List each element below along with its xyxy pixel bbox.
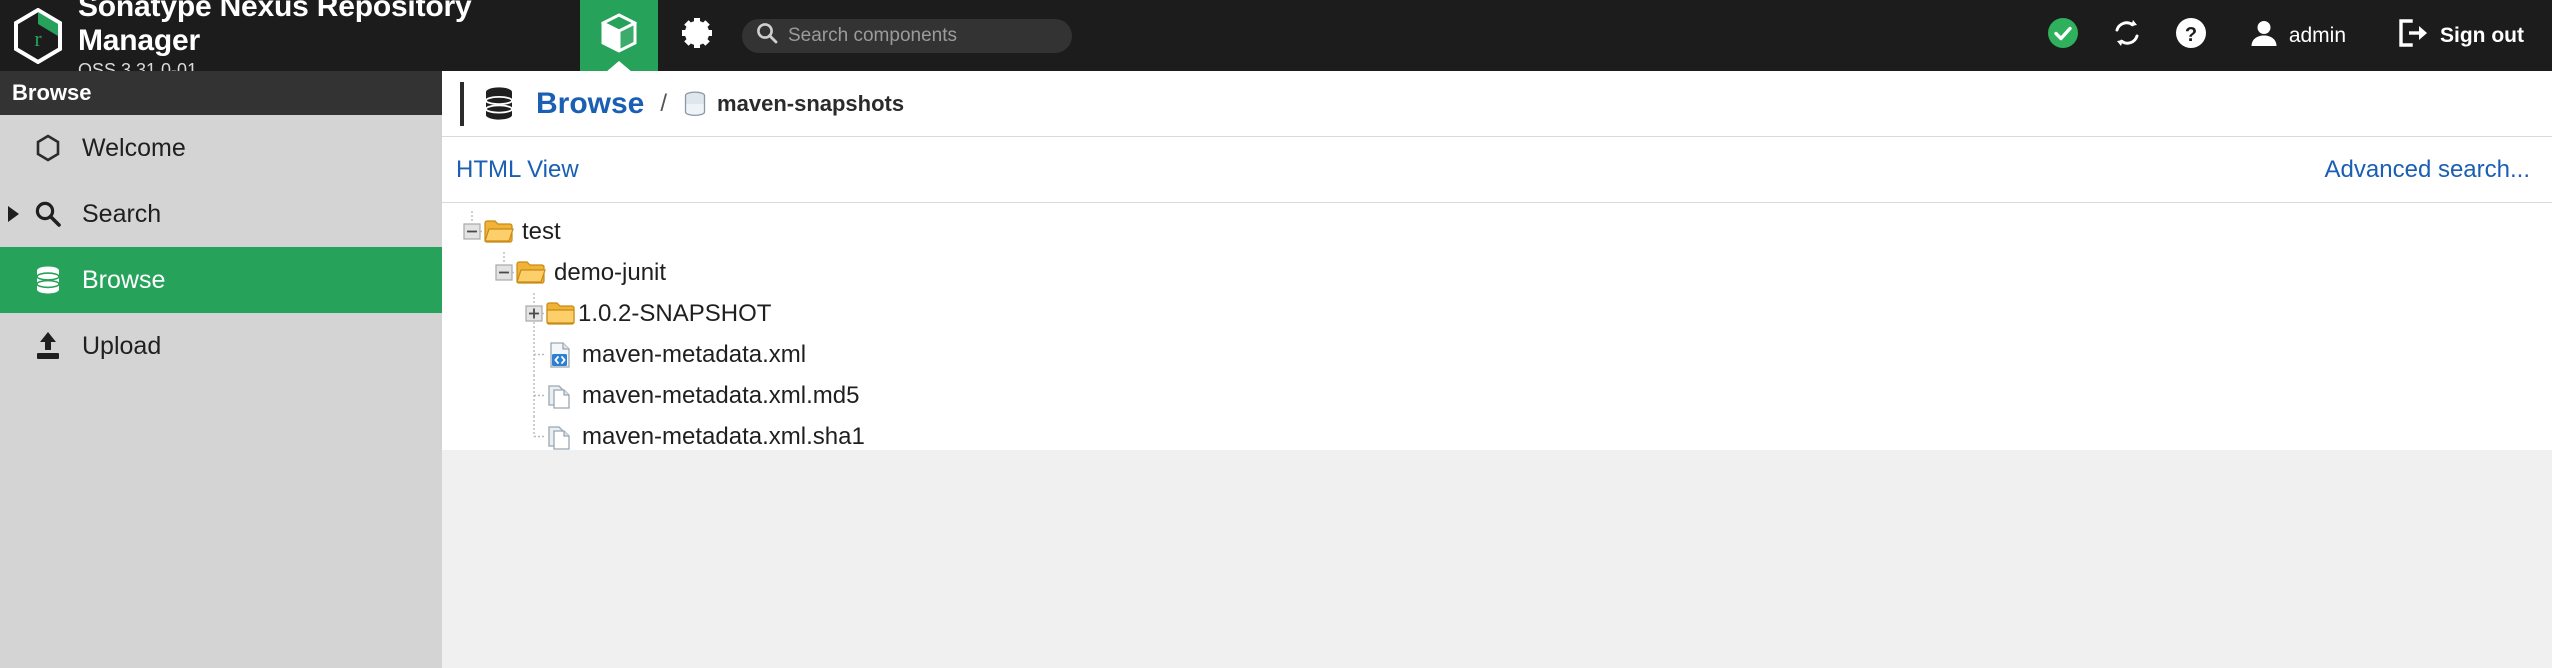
user-icon [2249, 18, 2279, 54]
header-actions: ? admin Sign out [2031, 0, 2552, 71]
svg-text:r: r [34, 26, 42, 51]
sidebar-title: Browse [0, 71, 442, 115]
tree-node[interactable]: maven-metadata.xml.sha1 [442, 416, 2552, 457]
refresh-button[interactable] [2095, 0, 2159, 71]
help-button[interactable]: ? [2159, 0, 2223, 71]
svg-text:?: ? [2185, 24, 2197, 46]
breadcrumb-repo-label: maven-snapshots [717, 90, 905, 116]
database-icon [28, 265, 68, 295]
gear-icon [679, 15, 715, 56]
sidebar-item-label: Upload [82, 331, 162, 360]
tree-node-label: maven-metadata.xml.sha1 [582, 422, 865, 450]
tree-connector-last-icon [522, 416, 546, 457]
sign-out-label: Sign out [2440, 23, 2524, 47]
search-box[interactable] [742, 18, 1072, 53]
cube-icon [599, 12, 639, 59]
tree-node[interactable]: test [442, 211, 2552, 252]
copy-file-icon [546, 382, 574, 410]
tree-connector-icon [522, 375, 546, 416]
sidebar-item-label: Welcome [82, 133, 186, 162]
tree-node-label: 1.0.2-SNAPSHOT [578, 299, 772, 327]
html-view-link[interactable]: HTML View [456, 156, 579, 184]
folder-closed-icon [546, 301, 576, 327]
sidebar-item-label: Search [82, 199, 162, 228]
tree-node-label: maven-metadata.xml [582, 340, 807, 368]
tab-browse[interactable] [580, 0, 658, 72]
sign-out-icon [2398, 18, 2428, 53]
tree-node[interactable]: maven-metadata.xml.md5 [442, 375, 2552, 416]
sidebar-item-browse[interactable]: Browse [0, 247, 442, 313]
main-content: Browse / maven-snapshots HTML View Advan… [442, 71, 2552, 668]
copy-file-icon [546, 423, 574, 451]
sign-out-button[interactable]: Sign out [2358, 0, 2528, 71]
plus-toggle-icon[interactable] [522, 293, 546, 334]
tree-node-label: maven-metadata.xml.md5 [582, 381, 860, 409]
breadcrumb: Browse / maven-snapshots [442, 71, 2552, 137]
user-label: admin [2288, 23, 2347, 47]
breadcrumb-rule [460, 81, 464, 126]
sidebar-item-label: Browse [82, 265, 166, 294]
minus-toggle-icon[interactable] [460, 211, 484, 252]
tree-node[interactable]: 1.0.2-SNAPSHOT [442, 293, 2552, 334]
folder-open-icon [484, 219, 514, 245]
component-tree: test demo-junit 1.0.2-SNAPSHOT maven-met… [442, 203, 2552, 457]
xml-file-icon [546, 341, 574, 369]
database-icon [482, 86, 516, 122]
sidebar-item-search[interactable]: Search [0, 181, 442, 247]
chevron-right-icon[interactable] [8, 206, 19, 222]
sidebar-item-upload[interactable]: Upload [0, 313, 442, 379]
search-icon [756, 22, 788, 49]
question-circle-icon: ? [2175, 17, 2207, 54]
check-circle-icon [2047, 17, 2079, 54]
tree-node-label: test [522, 217, 561, 245]
brand: r Sonatype Nexus Repository Manager OSS … [0, 0, 580, 80]
sidebar: Browse Welcome Search Browse Upload [0, 71, 442, 668]
sidebar-item-welcome[interactable]: Welcome [0, 115, 442, 181]
user-menu[interactable]: admin [2223, 0, 2358, 71]
repository-icon [683, 90, 707, 117]
panel-links: HTML View Advanced search... [442, 137, 2552, 203]
refresh-icon [2112, 18, 2142, 53]
tree-node-label: demo-junit [554, 258, 667, 286]
upload-icon [28, 331, 68, 361]
breadcrumb-separator: / [660, 89, 668, 117]
tree-connector-icon [522, 334, 546, 375]
status-indicator[interactable] [2031, 0, 2095, 71]
app-title: Sonatype Nexus Repository Manager [78, 0, 472, 57]
tree-node[interactable]: maven-metadata.xml [442, 334, 2552, 375]
minus-toggle-icon[interactable] [492, 252, 516, 293]
search-input[interactable] [788, 24, 1058, 47]
advanced-search-link[interactable]: Advanced search... [2325, 156, 2530, 184]
tree-node[interactable]: demo-junit [442, 252, 2552, 293]
folder-open-icon [516, 260, 546, 286]
search-area [736, 0, 2031, 71]
app-header: r Sonatype Nexus Repository Manager OSS … [0, 0, 2552, 80]
breadcrumb-browse-link[interactable]: Browse [536, 87, 644, 121]
search-icon [28, 200, 68, 228]
hexagon-icon [28, 134, 68, 162]
nexus-hex-logo-icon: r [12, 7, 64, 64]
tab-administration[interactable] [658, 0, 736, 71]
content-panel: Browse / maven-snapshots HTML View Advan… [442, 71, 2552, 450]
